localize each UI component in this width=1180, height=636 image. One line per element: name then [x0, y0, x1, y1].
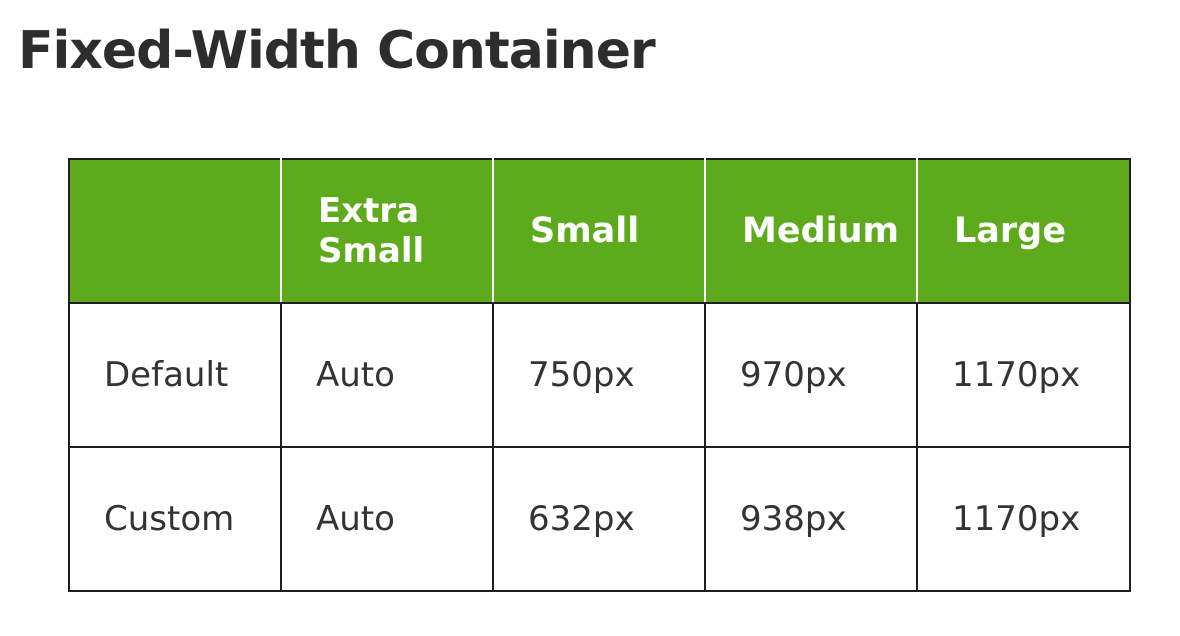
cell-default-large: 1170px: [916, 302, 1131, 448]
cell-default-small: 750px: [492, 302, 706, 448]
cell-custom-medium: 938px: [704, 446, 918, 592]
header-cell-small: Small: [492, 158, 706, 304]
header-cell-large: Large: [916, 158, 1131, 304]
cell-default-extra-small: Auto: [280, 302, 494, 448]
cell-custom-small: 632px: [492, 446, 706, 592]
cell-custom-extra-small: Auto: [280, 446, 494, 592]
header-extra-small-line2: Small: [318, 231, 425, 271]
row-label-custom: Custom: [68, 446, 282, 592]
cell-custom-large: 1170px: [916, 446, 1131, 592]
row-label-default: Default: [68, 302, 282, 448]
table-row-default: Default Auto 750px 970px 1170px: [68, 302, 1131, 448]
cell-default-medium: 970px: [704, 302, 918, 448]
container-width-table: Extra Small Small Medium Large Default A…: [68, 158, 1131, 592]
header-extra-small-line1: Extra: [318, 191, 420, 231]
header-cell-medium: Medium: [704, 158, 918, 304]
table-row-custom: Custom Auto 632px 938px 1170px: [68, 446, 1131, 592]
table-header-row: Extra Small Small Medium Large: [68, 158, 1131, 304]
header-cell-empty: [68, 158, 282, 304]
slide: Fixed-Width Container Extra Small Small …: [0, 0, 1180, 636]
header-cell-extra-small: Extra Small: [280, 158, 494, 304]
page-title: Fixed-Width Container: [18, 21, 656, 81]
